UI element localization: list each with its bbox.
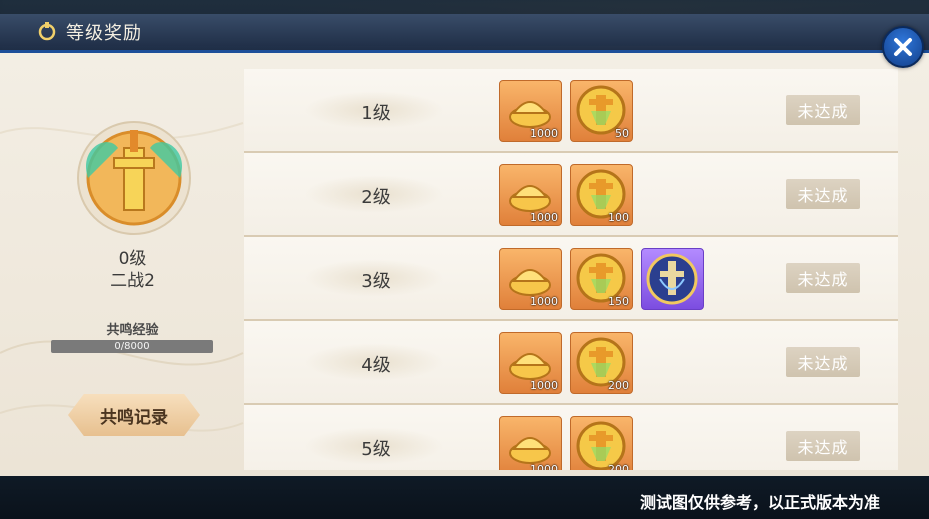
gold-ingot-icon[interactable]: 1000 <box>499 332 562 394</box>
gold-ingot-icon[interactable]: 1000 <box>499 164 562 226</box>
reward-row: 1级 1000 50 未达成 <box>244 69 898 153</box>
exp-label: 共鸣经验 <box>106 323 159 338</box>
row-level-label: 5级 <box>361 439 391 460</box>
claim-status-button[interactable]: 未达成 <box>786 179 860 209</box>
header-bar: 等级奖励 <box>0 14 929 53</box>
row-level-label: 2级 <box>361 187 391 208</box>
close-button[interactable] <box>882 26 924 68</box>
gold-ingot-icon[interactable]: 1000 <box>499 416 562 470</box>
reward-list[interactable]: 1级 1000 50 未达成 2级 1000 100 未达成 3级 1000 150 未达成 4级 100… <box>244 69 898 470</box>
resonance-coin-icon[interactable]: 200 <box>570 416 633 470</box>
claim-status-button[interactable]: 未达成 <box>786 347 860 377</box>
resonance-medal-icon <box>58 118 210 238</box>
row-level-label: 4级 <box>361 355 391 376</box>
reward-quantity: 200 <box>608 463 629 470</box>
claim-status-button[interactable]: 未达成 <box>786 263 860 293</box>
row-level-label: 3级 <box>361 271 391 292</box>
reward-quantity: 1000 <box>530 463 558 470</box>
resonance-coin-icon[interactable]: 200 <box>570 332 633 394</box>
reward-quantity: 1000 <box>530 127 558 140</box>
row-level-label: 1级 <box>361 103 391 124</box>
reward-quantity: 1000 <box>530 211 558 224</box>
crescent-icon <box>38 22 56 41</box>
reward-quantity: 150 <box>608 295 629 308</box>
reward-row: 4级 1000 200 未达成 <box>244 321 898 405</box>
sword-emblem-icon[interactable] <box>641 248 704 310</box>
gold-ingot-icon[interactable]: 1000 <box>499 80 562 142</box>
exp-progress-bar: 0/8000 <box>51 340 213 353</box>
reward-row: 5级 1000 200 未达成 <box>244 405 898 470</box>
close-icon <box>894 38 912 56</box>
disclaimer-text: 测试图仅供参考，以正式版本为准 <box>639 493 880 512</box>
reward-row: 3级 1000 150 未达成 <box>244 237 898 321</box>
gold-ingot-icon[interactable]: 1000 <box>499 248 562 310</box>
reward-quantity: 1000 <box>530 295 558 308</box>
reward-quantity: 1000 <box>530 379 558 392</box>
resonance-coin-icon[interactable]: 50 <box>570 80 633 142</box>
resonance-coin-icon[interactable]: 100 <box>570 164 633 226</box>
page-title: 等级奖励 <box>66 23 142 44</box>
reward-row: 2级 1000 100 未达成 <box>244 153 898 237</box>
claim-status-button[interactable]: 未达成 <box>786 95 860 125</box>
resonance-coin-icon[interactable]: 150 <box>570 248 633 310</box>
resonance-record-button[interactable]: 共鸣记录 <box>68 394 200 436</box>
reward-quantity: 100 <box>608 211 629 224</box>
exp-value: 0/8000 <box>114 341 150 352</box>
reward-quantity: 50 <box>615 127 629 140</box>
resonance-name: 二战2 <box>110 271 155 291</box>
claim-status-button[interactable]: 未达成 <box>786 431 860 461</box>
reward-quantity: 200 <box>608 379 629 392</box>
